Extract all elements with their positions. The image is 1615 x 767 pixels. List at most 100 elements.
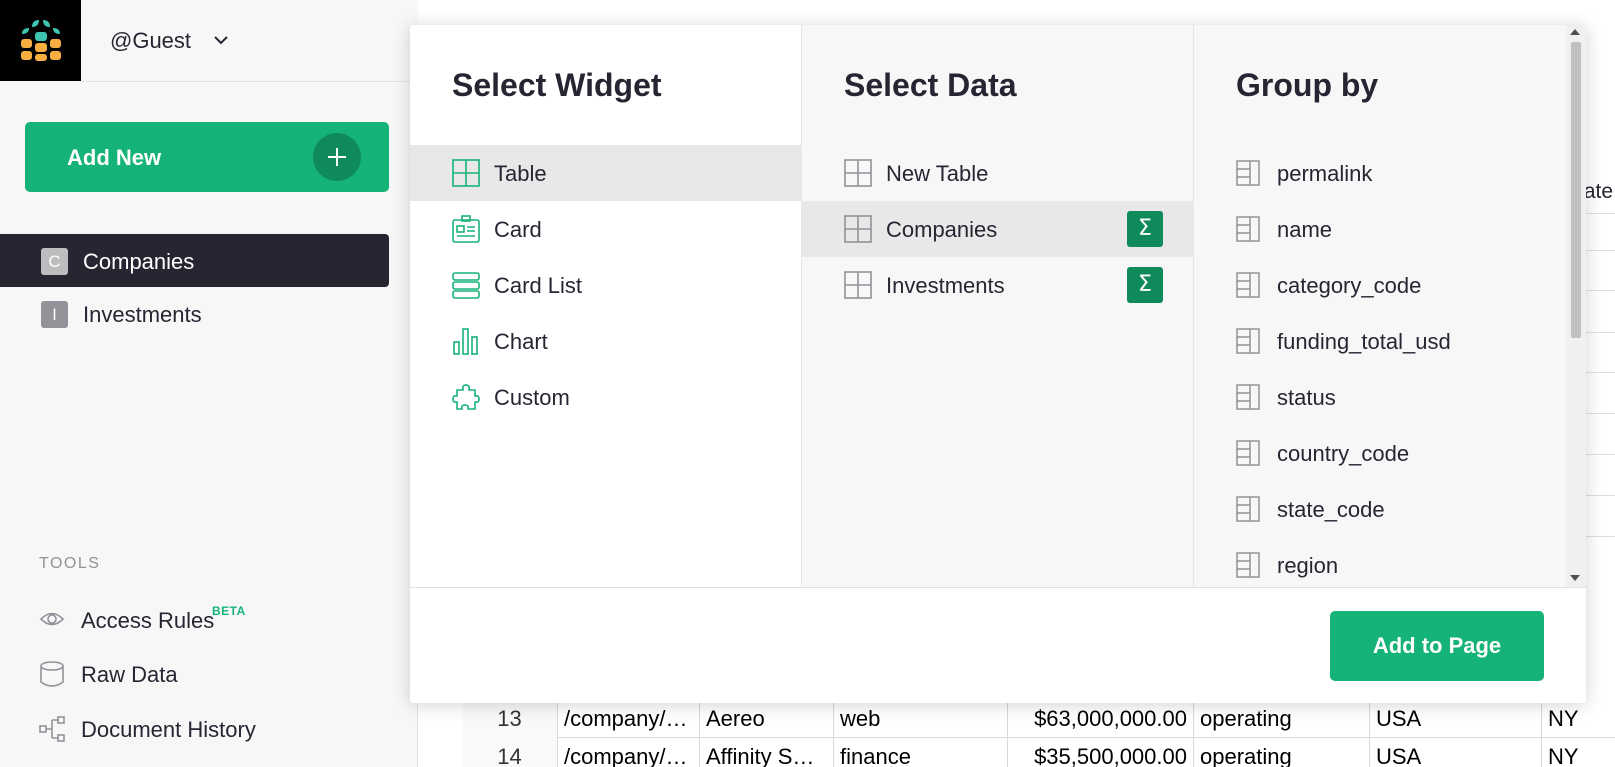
group-field-name[interactable]: name — [1194, 201, 1566, 257]
page-badge: C — [41, 248, 68, 275]
group-by-title: Group by — [1236, 67, 1379, 103]
widget-option-custom[interactable]: Custom — [410, 369, 801, 425]
eye-icon — [39, 612, 65, 626]
select-widget-column: Select Widget Table Card Card List Chart… — [410, 25, 802, 587]
data-option-companies[interactable]: Companies Σ — [802, 201, 1193, 257]
card-icon — [452, 215, 480, 243]
scroll-down-arrow-icon[interactable] — [1570, 575, 1580, 581]
widget-option-label: Chart — [494, 329, 548, 354]
table-icon — [844, 159, 872, 187]
select-data-title: Select Data — [844, 67, 1017, 103]
group-field-region[interactable]: region — [1194, 537, 1566, 593]
field-icon — [1236, 552, 1260, 578]
table-row[interactable]: 14 /company/… Affinity S… finance $35,50… — [462, 738, 1615, 767]
widget-option-label: Card List — [494, 273, 583, 298]
table-cell[interactable]: $63,000,000.00 — [1008, 700, 1194, 738]
widget-option-label: Card — [494, 217, 542, 242]
card-list-icon — [452, 272, 480, 299]
data-option-label: New Table — [886, 161, 989, 186]
table-cell[interactable]: USA — [1370, 738, 1542, 767]
plus-icon — [313, 133, 361, 181]
widget-option-label: Custom — [494, 385, 570, 410]
group-by-column: Group by permalink name category_code fu… — [1194, 25, 1566, 587]
table-cell[interactable]: Affinity S… — [700, 738, 834, 767]
group-field-permalink[interactable]: permalink — [1194, 145, 1566, 201]
group-field-funding-total-usd[interactable]: funding_total_usd — [1194, 313, 1566, 369]
table-cell[interactable]: /company/… — [558, 738, 700, 767]
row-number: 13 — [462, 700, 558, 738]
table-cell[interactable]: web — [834, 700, 1008, 738]
group-field-category-code[interactable]: category_code — [1194, 257, 1566, 313]
group-field-status[interactable]: status — [1194, 369, 1566, 425]
data-option-label: Companies — [886, 217, 998, 242]
table-cell[interactable]: Aereo — [700, 700, 834, 738]
add-to-page-button[interactable]: Add to Page — [1330, 611, 1544, 681]
data-option-investments[interactable]: Investments Σ — [802, 257, 1193, 313]
group-field-label: permalink — [1277, 161, 1373, 186]
history-icon — [39, 716, 65, 742]
page-item-companies[interactable]: C Companies — [0, 234, 389, 287]
summary-sigma-button[interactable]: Σ — [1127, 211, 1163, 247]
select-data-column: Select Data New Table Companies Σ Invest… — [802, 25, 1194, 587]
beta-badge: BETA — [212, 604, 246, 618]
table-cell[interactable]: /company/… — [558, 700, 700, 738]
widget-option-label: Table — [494, 161, 547, 186]
tool-document-history[interactable]: Document History — [0, 703, 400, 753]
scroll-thumb[interactable] — [1571, 42, 1581, 338]
table-cell[interactable]: NY — [1542, 738, 1615, 767]
table-cell[interactable]: operating — [1194, 700, 1370, 738]
tool-raw-data[interactable]: Raw Data — [0, 648, 400, 698]
account-name: @Guest — [110, 28, 192, 53]
table-cell[interactable]: NY — [1542, 700, 1615, 738]
group-by-scrollbar[interactable] — [1566, 25, 1586, 587]
tools-header: TOOLS — [39, 555, 101, 572]
data-option-new-table[interactable]: New Table — [802, 145, 1193, 201]
add-new-button[interactable]: Add New — [25, 122, 389, 192]
field-icon — [1236, 272, 1260, 298]
app-logo[interactable] — [0, 0, 81, 81]
tool-access-rules[interactable]: Access Rules BETA — [0, 594, 400, 644]
dialog-footer: Add to Page — [410, 587, 1586, 703]
field-icon — [1236, 496, 1260, 522]
widget-option-card-list[interactable]: Card List — [410, 257, 801, 313]
page-label: Investments — [83, 302, 202, 327]
puzzle-icon — [452, 384, 480, 410]
group-field-label: category_code — [1277, 273, 1422, 298]
select-widget-title: Select Widget — [452, 67, 662, 103]
chevron-down-icon — [214, 36, 228, 45]
table-cell[interactable]: USA — [1370, 700, 1542, 738]
group-field-label: name — [1277, 217, 1333, 242]
table-icon — [844, 215, 872, 243]
table-cell[interactable]: finance — [834, 738, 1008, 767]
page-badge: I — [41, 301, 68, 328]
left-panel: @Guest Add New C Companies I Investments… — [0, 0, 418, 767]
data-option-label: Investments — [886, 273, 1005, 298]
scroll-up-arrow-icon[interactable] — [1570, 29, 1580, 35]
group-field-country-code[interactable]: country_code — [1194, 425, 1566, 481]
add-widget-dialog: Select Widget Table Card Card List Chart… — [410, 25, 1586, 703]
table-cell[interactable]: operating — [1194, 738, 1370, 767]
tool-label: Access Rules — [81, 608, 215, 633]
table-icon — [452, 159, 480, 187]
group-field-label: state_code — [1277, 497, 1385, 522]
table-row[interactable]: 13 /company/… Aereo web $63,000,000.00 o… — [462, 700, 1615, 738]
group-field-label: status — [1277, 385, 1336, 410]
row-number: 14 — [462, 738, 558, 767]
tool-label: Document History — [81, 717, 256, 742]
group-field-label: region — [1277, 553, 1339, 578]
add-new-label: Add New — [67, 145, 162, 170]
field-icon — [1236, 440, 1260, 466]
tool-label: Raw Data — [81, 662, 178, 687]
widget-option-table[interactable]: Table — [410, 145, 801, 201]
group-field-label: funding_total_usd — [1277, 329, 1451, 354]
table-cell[interactable]: $35,500,000.00 — [1008, 738, 1194, 767]
summary-sigma-button[interactable]: Σ — [1127, 267, 1163, 303]
group-field-label: country_code — [1277, 441, 1410, 466]
account-menu[interactable]: @Guest — [81, 0, 418, 82]
page-label: Companies — [83, 249, 195, 274]
group-field-state-code[interactable]: state_code — [1194, 481, 1566, 537]
logo-icon — [21, 20, 61, 61]
widget-option-chart[interactable]: Chart — [410, 313, 801, 369]
page-item-investments[interactable]: I Investments — [0, 287, 389, 340]
widget-option-card[interactable]: Card — [410, 201, 801, 257]
